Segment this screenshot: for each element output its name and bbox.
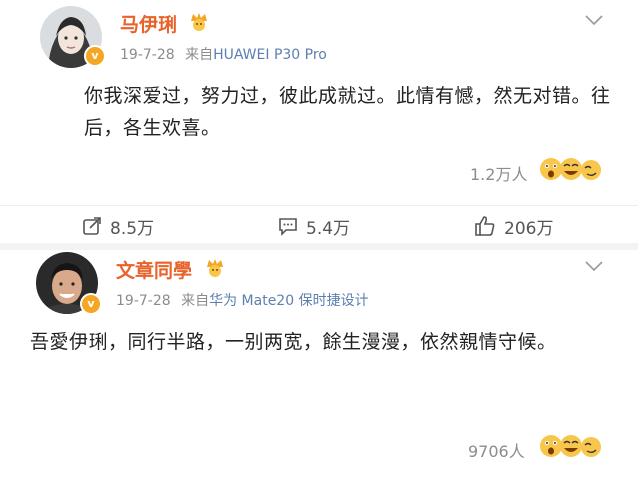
like-button[interactable]: 206万 (474, 214, 554, 239)
weibo-feed: v 马伊琍 19-7-28 来自HUAWEI P30 Pro 你我深爱过，努力过… (0, 0, 638, 489)
share-button[interactable]: 8.5万 (82, 214, 155, 239)
reaction-emoji-icon (540, 435, 601, 457)
post-meta: 19-7-28 来自华为 Mate20 保时捷设计 (116, 290, 369, 310)
source-prefix: 来自 (181, 293, 210, 309)
comment-icon (279, 218, 297, 236)
reaction-emoji-icon (540, 158, 601, 180)
post-source[interactable]: 华为 Mate20 保时捷设计 (209, 293, 368, 309)
username[interactable]: 马伊琍 (120, 10, 177, 37)
comment-count: 5.4万 (306, 218, 351, 239)
source-prefix: 来自 (185, 47, 214, 63)
like-count: 9706人 (468, 442, 525, 461)
username[interactable]: 文章同學 (116, 256, 192, 283)
chevron-down-icon[interactable] (584, 260, 604, 272)
weibo-member-icon (207, 259, 223, 277)
thumbs-up-icon (475, 216, 495, 236)
like-total: 206万 (504, 218, 554, 239)
v-verified-icon: v (84, 45, 106, 67)
post-meta: 19-7-28 来自HUAWEI P30 Pro (120, 44, 327, 64)
weibo-post: v 马伊琍 19-7-28 来自HUAWEI P30 Pro 你我深爱过，努力过… (0, 0, 638, 250)
post-content: 吾愛伊琍，同行半路，一别两宽，餘生漫漫，依然親情守候。 (30, 331, 557, 353)
post-date: 19-7-28 (120, 47, 175, 63)
weibo-post: v 文章同學 19-7-28 来自华为 Mate20 保时捷设计 吾愛伊琍，同行… (0, 250, 638, 489)
share-icon (83, 217, 101, 235)
post-source[interactable]: HUAWEI P30 Pro (213, 47, 327, 63)
share-count: 8.5万 (110, 218, 155, 239)
like-count: 1.2万人 (470, 165, 528, 184)
post-date: 19-7-28 (116, 293, 171, 309)
weibo-member-icon (191, 13, 207, 31)
post-divider (0, 243, 638, 250)
chevron-down-icon[interactable] (584, 14, 604, 26)
post-content: 你我深爱过，努力过，彼此成就过。此情有憾，然无对错。往后，各生欢喜。 (84, 85, 611, 139)
action-bar: 8.5万 5.4万 206万 (0, 205, 638, 244)
comment-button[interactable]: 5.4万 (278, 214, 351, 239)
v-verified-icon: v (80, 293, 102, 315)
